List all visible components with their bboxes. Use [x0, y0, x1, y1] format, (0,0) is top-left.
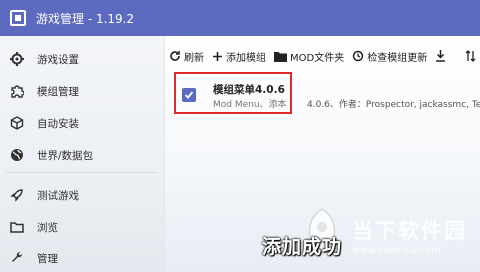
download-icon	[436, 50, 446, 62]
app-icon	[10, 10, 26, 26]
check-updates-label: 检查模组更新	[367, 52, 428, 64]
update-icon	[352, 50, 364, 62]
move-button[interactable]	[465, 50, 479, 62]
highlight-box	[174, 72, 292, 114]
rocket-icon	[9, 187, 25, 203]
check-updates-button[interactable]: 检查模组更新	[352, 49, 427, 64]
folder-icon	[274, 51, 287, 62]
add-mod-button[interactable]: 添加模组	[212, 49, 266, 64]
sidebar-item-manage[interactable]: 管理	[0, 243, 164, 272]
watermark-url: www.downxia.com	[352, 244, 441, 256]
sidebar-item-auto-install[interactable]: 自动安装	[0, 108, 164, 138]
sidebar-item-label: 模组管理	[37, 85, 79, 98]
sidebar-item-label: 游戏设置	[37, 53, 79, 66]
sidebar-item-label: 管理	[37, 252, 58, 265]
folder-icon	[9, 219, 25, 235]
watermark-name: 当下软件园	[352, 218, 467, 243]
mod-folder-button[interactable]: MOD文件夹	[274, 49, 344, 64]
sidebar-item-game-settings[interactable]: 游戏设置	[0, 44, 164, 74]
wrench-icon	[9, 250, 25, 266]
title-bar: 游戏管理 - 1.19.2	[0, 0, 480, 36]
sidebar-item-label: 世界/数据包	[37, 149, 94, 162]
mod-folder-label: MOD文件夹	[290, 52, 345, 64]
sidebar: 游戏设置 模组管理 自动安装 世界/数据包 测试游戏 浏览 管理	[0, 36, 164, 272]
sidebar-item-browse[interactable]: 浏览	[0, 212, 164, 242]
mod-meta: 4.0.6、作者：Prospector, jackassmc, Te	[307, 100, 480, 110]
sidebar-item-worlds[interactable]: 世界/数据包	[0, 140, 164, 170]
plus-icon	[213, 51, 222, 61]
sidebar-item-label: 自动安装	[37, 117, 79, 130]
puzzle-icon	[9, 83, 25, 99]
toolbar: 刷新 添加模组 MOD文件夹 检查模组更新	[165, 44, 480, 68]
cube-icon	[9, 115, 25, 131]
window-title: 游戏管理 - 1.19.2	[36, 11, 135, 26]
sidebar-item-test-game[interactable]: 测试游戏	[0, 180, 164, 210]
refresh-label: 刷新	[184, 52, 204, 64]
globe-icon	[9, 147, 25, 163]
video-caption: 添加成功	[262, 236, 343, 258]
refresh-icon	[170, 51, 180, 61]
sidebar-item-label: 浏览	[37, 221, 58, 234]
refresh-button[interactable]: 刷新	[169, 49, 204, 64]
download-button[interactable]	[435, 50, 449, 62]
sidebar-item-mod-management[interactable]: 模组管理	[0, 76, 164, 106]
sidebar-item-label: 测试游戏	[37, 189, 79, 202]
arrows-icon	[465, 50, 476, 62]
sidebar-divider	[6, 172, 156, 173]
gear-icon	[9, 51, 25, 67]
add-mod-label: 添加模组	[226, 52, 266, 64]
